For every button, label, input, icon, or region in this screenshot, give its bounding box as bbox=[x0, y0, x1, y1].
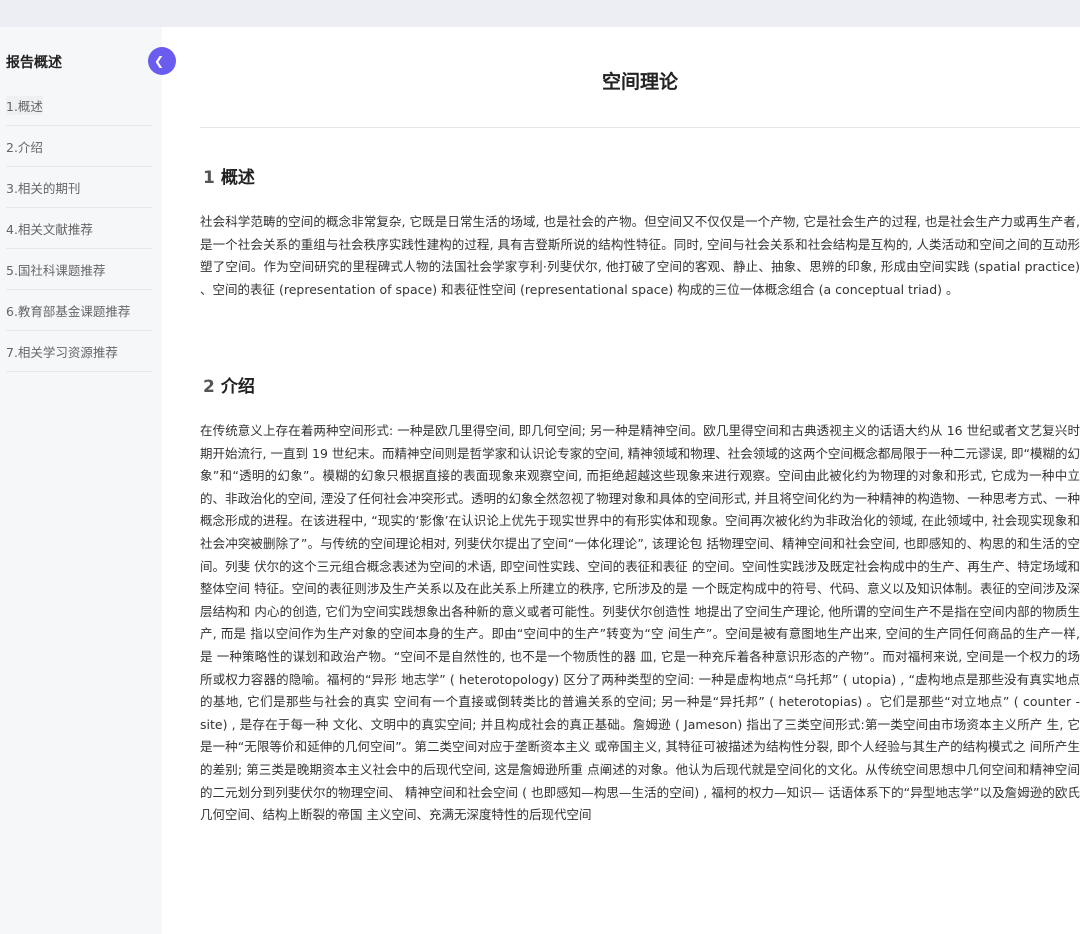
section-title: 概述 bbox=[220, 168, 255, 188]
section-title: 介绍 bbox=[220, 377, 255, 397]
section-number: 1 bbox=[203, 168, 215, 188]
sidebar-item-label: 5.国社科课题推荐 bbox=[6, 262, 106, 278]
sidebar-item-nssf-projects[interactable]: 5.国社科课题推荐 bbox=[6, 249, 152, 290]
sidebar-item-label: 4.相关文献推荐 bbox=[6, 221, 93, 237]
top-bar bbox=[0, 0, 1080, 27]
sidebar-nav: 1.概述 2.介绍 3.相关的期刊 4.相关文献推荐 5.国社科课题推荐 6.教… bbox=[6, 85, 152, 372]
sidebar-item-label: 2.介绍 bbox=[6, 139, 43, 155]
sidebar-title: 报告概述 bbox=[6, 55, 62, 71]
sidebar-item-label: 6.教育部基金课题推荐 bbox=[6, 303, 131, 319]
sidebar-item-journals[interactable]: 3.相关的期刊 bbox=[6, 167, 152, 208]
page-title: 空间理论 bbox=[601, 71, 678, 93]
sidebar: 报告概述 ❮ 1.概述 2.介绍 3.相关的期刊 4.相关文献推荐 5.国社科课… bbox=[0, 27, 176, 934]
title-divider bbox=[200, 127, 1080, 128]
sidebar-item-learning-resources[interactable]: 7.相关学习资源推荐 bbox=[6, 331, 152, 372]
sidebar-item-moe-projects[interactable]: 6.教育部基金课题推荐 bbox=[6, 290, 152, 331]
section-text-introduction: 在传统意义上存在着两种空间形式: 一种是欧几里得空间, 即几何空间; 另一种是精… bbox=[200, 423, 1080, 823]
collapse-sidebar-button[interactable]: ❮ bbox=[148, 47, 176, 75]
section-heading-introduction: 2 介绍 bbox=[203, 372, 255, 397]
sidebar-item-label: 3.相关的期刊 bbox=[6, 180, 81, 196]
section-number: 2 bbox=[203, 377, 215, 397]
chevron-left-icon: ❮ bbox=[154, 54, 165, 68]
sidebar-item-label: 1.概述 bbox=[6, 95, 43, 115]
sidebar-item-overview[interactable]: 1.概述 bbox=[6, 85, 152, 126]
sidebar-item-label: 7.相关学习资源推荐 bbox=[6, 344, 118, 360]
sidebar-item-literature[interactable]: 4.相关文献推荐 bbox=[6, 208, 152, 249]
section-heading-overview: 1 概述 bbox=[203, 163, 255, 188]
section-text-overview: 社会科学范畴的空间的概念非常复杂, 它既是日常生活的场域, 也是社会的产物。但空… bbox=[200, 214, 1080, 297]
sidebar-item-introduction[interactable]: 2.介绍 bbox=[6, 126, 152, 167]
